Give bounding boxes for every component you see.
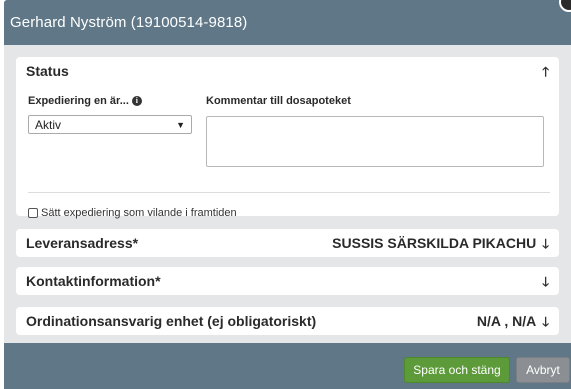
- modal-dialog: Gerhard Nyström (19100514-9818) Status 🡑…: [4, 0, 571, 389]
- comment-label: Kommentar till dosapoteket: [206, 95, 351, 107]
- comment-label-text: Kommentar till dosapoteket: [206, 95, 351, 107]
- comment-textarea[interactable]: [206, 116, 544, 167]
- save-and-close-button[interactable]: Spara och stäng: [404, 357, 510, 383]
- expedition-label: Expediering en är... i: [28, 95, 142, 107]
- delivery-address-label: Leveransadress*: [26, 235, 139, 251]
- modal-body: Status 🡑 Expediering en är... i Aktiv ▼ …: [4, 45, 571, 343]
- caret-down-icon: ▼: [176, 119, 185, 130]
- dormant-checkbox-row[interactable]: Sätt expediering som vilande i framtiden: [28, 207, 237, 219]
- expedition-select[interactable]: Aktiv ▼: [28, 115, 192, 134]
- contact-info-label: Kontaktinformation*: [26, 273, 161, 289]
- status-content: Expediering en är... i Aktiv ▼ Kommentar…: [16, 85, 559, 219]
- info-icon[interactable]: i: [131, 96, 142, 106]
- delivery-address-header[interactable]: Leveransadress* SUSSIS SÄRSKILDA PIKACHU…: [16, 229, 559, 257]
- modal-title: Gerhard Nyström (19100514-9818): [10, 14, 248, 31]
- prescribing-unit-value: N/A , N/A: [476, 313, 537, 329]
- cancel-button[interactable]: Avbryt: [516, 357, 570, 383]
- delivery-address-panel[interactable]: Leveransadress* SUSSIS SÄRSKILDA PIKACHU…: [16, 229, 559, 257]
- contact-info-panel[interactable]: Kontaktinformation* 🡓: [16, 267, 559, 295]
- status-title: Status: [26, 63, 69, 79]
- delivery-address-value: SUSSIS SÄRSKILDA PIKACHU: [332, 235, 537, 251]
- prescribing-unit-label: Ordinationsansvarig enhet (ej obligatori…: [26, 313, 317, 329]
- prescribing-unit-panel[interactable]: Ordinationsansvarig enhet (ej obligatori…: [16, 307, 559, 335]
- expedition-select-value: Aktiv: [35, 117, 62, 132]
- dormant-checkbox-label: Sätt expediering som vilande i framtiden: [41, 207, 237, 219]
- contact-info-header[interactable]: Kontaktinformation* 🡓: [16, 267, 559, 295]
- expedition-label-text: Expediering en är...: [28, 95, 129, 107]
- arrow-down-icon[interactable]: 🡓: [542, 275, 549, 288]
- close-icon[interactable]: [559, 0, 571, 12]
- prescribing-unit-header[interactable]: Ordinationsansvarig enhet (ej obligatori…: [16, 307, 559, 335]
- dormant-checkbox[interactable]: [28, 208, 38, 218]
- status-header[interactable]: Status 🡑: [16, 57, 559, 85]
- divider: [28, 192, 550, 193]
- status-panel: Status 🡑 Expediering en är... i Aktiv ▼ …: [16, 57, 559, 219]
- arrow-down-icon[interactable]: 🡓: [542, 315, 549, 328]
- arrow-down-icon[interactable]: 🡓: [542, 237, 549, 250]
- arrow-up-icon[interactable]: 🡑: [542, 65, 549, 78]
